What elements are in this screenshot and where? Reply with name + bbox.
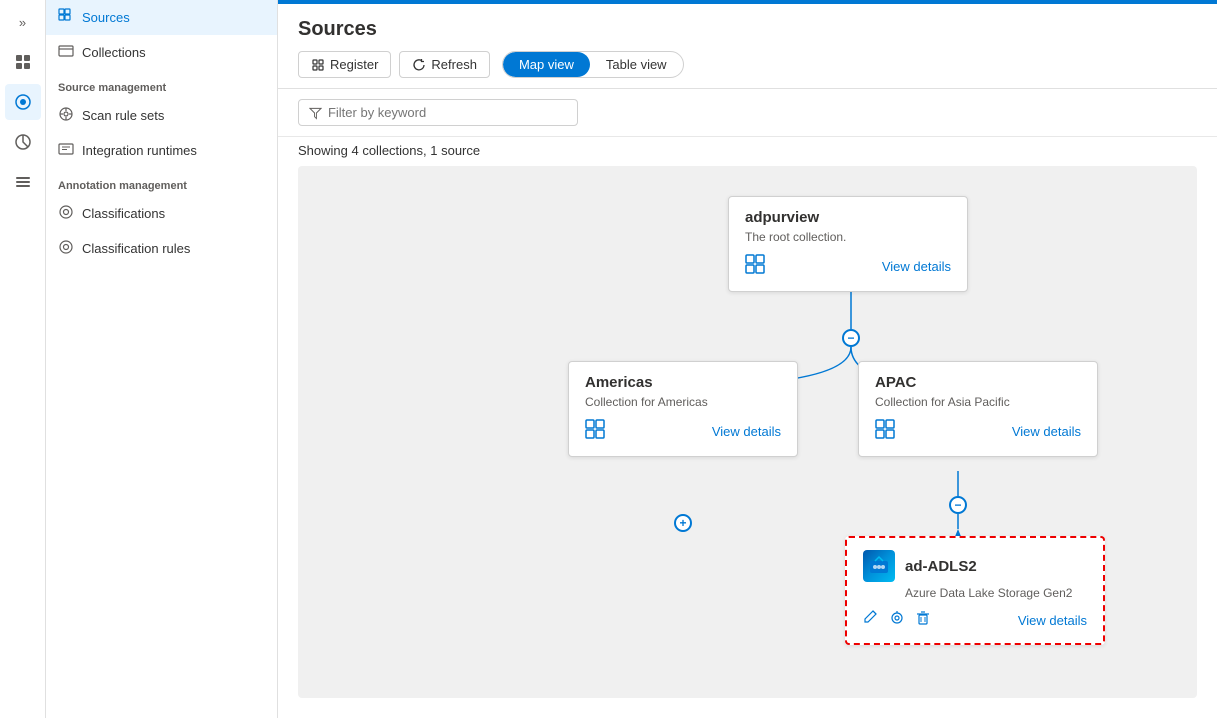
scan-icon[interactable] bbox=[889, 610, 905, 631]
filter-input-container[interactable] bbox=[298, 99, 578, 126]
icon-rail: » bbox=[0, 0, 46, 718]
root-card-footer: View details bbox=[745, 254, 951, 279]
integration-runtimes-icon bbox=[58, 141, 74, 160]
source-card-header: ad-ADLS2 bbox=[863, 550, 1087, 582]
americas-card-footer: View details bbox=[585, 419, 781, 444]
sidebar: Sources Collections Source management Sc… bbox=[46, 0, 278, 718]
sidebar-sources-label: Sources bbox=[82, 10, 130, 25]
sidebar-collections-label: Collections bbox=[82, 45, 146, 60]
americas-collection-card: Americas Collection for Americas View de… bbox=[568, 361, 798, 457]
sidebar-item-integration-runtimes[interactable]: Integration runtimes bbox=[46, 133, 277, 168]
root-collection-card: adpurview The root collection. View deta… bbox=[728, 196, 968, 292]
source-actions bbox=[863, 610, 931, 631]
source-card-ad-adls2: ad-ADLS2 Azure Data Lake Storage Gen2 bbox=[845, 536, 1105, 645]
classification-rules-icon bbox=[58, 239, 74, 258]
showing-label: Showing 4 collections, 1 source bbox=[278, 137, 1217, 166]
insights-icon[interactable] bbox=[5, 124, 41, 160]
sidebar-item-sources[interactable]: Sources bbox=[46, 0, 277, 35]
home-icon[interactable] bbox=[5, 44, 41, 80]
americas-card-icon bbox=[585, 419, 605, 444]
classification-rules-label: Classification rules bbox=[82, 241, 190, 256]
source-management-label: Source management bbox=[46, 70, 277, 98]
classifications-label: Classifications bbox=[82, 206, 165, 221]
apac-view-details-link[interactable]: View details bbox=[1012, 424, 1081, 439]
sidebar-item-scan-rule-sets[interactable]: Scan rule sets bbox=[46, 98, 277, 133]
sidebar-item-collections[interactable]: Collections bbox=[46, 35, 277, 70]
apac-card-footer: View details bbox=[875, 419, 1081, 444]
management-icon[interactable] bbox=[5, 164, 41, 200]
classifications-icon bbox=[58, 204, 74, 223]
apac-card-subtitle: Collection for Asia Pacific bbox=[875, 395, 1081, 409]
apac-collapse-button[interactable]: − bbox=[949, 496, 967, 514]
edit-icon[interactable] bbox=[863, 610, 879, 631]
sidebar-item-classifications[interactable]: Classifications bbox=[46, 196, 277, 231]
annotation-management-label: Annotation management bbox=[46, 168, 277, 196]
scan-rule-sets-icon bbox=[58, 106, 74, 125]
register-button[interactable]: Register bbox=[298, 51, 391, 78]
view-toggle: Map view Table view bbox=[502, 51, 684, 78]
root-collapse-button[interactable]: − bbox=[842, 329, 860, 347]
americas-view-details-link[interactable]: View details bbox=[712, 424, 781, 439]
expand-collapse-icon[interactable]: » bbox=[5, 4, 41, 40]
map-area[interactable]: adpurview The root collection. View deta… bbox=[298, 166, 1197, 698]
root-view-details-link[interactable]: View details bbox=[882, 259, 951, 274]
scan-rule-sets-label: Scan rule sets bbox=[82, 108, 164, 123]
toolbar: Register Refresh Map view Table view bbox=[298, 51, 1197, 88]
sidebar-item-classification-rules[interactable]: Classification rules bbox=[46, 231, 277, 266]
sources-icon bbox=[58, 8, 74, 27]
root-card-title: adpurview bbox=[745, 209, 951, 226]
source-type: Azure Data Lake Storage Gen2 bbox=[863, 586, 1087, 600]
source-view-details-link[interactable]: View details bbox=[1018, 613, 1087, 628]
source-name: ad-ADLS2 bbox=[905, 558, 977, 575]
catalog-icon[interactable] bbox=[5, 84, 41, 120]
table-view-button[interactable]: Table view bbox=[590, 52, 683, 77]
americas-card-subtitle: Collection for Americas bbox=[585, 395, 781, 409]
refresh-icon bbox=[412, 58, 426, 72]
collections-icon bbox=[58, 43, 74, 62]
delete-icon[interactable] bbox=[915, 610, 931, 631]
register-icon bbox=[311, 58, 325, 72]
integration-runtimes-label: Integration runtimes bbox=[82, 143, 197, 158]
root-card-icon bbox=[745, 254, 765, 279]
adls-icon bbox=[863, 550, 895, 582]
apac-card-title: APAC bbox=[875, 374, 1081, 391]
apac-card-icon bbox=[875, 419, 895, 444]
apac-collection-card: APAC Collection for Asia Pacific View de… bbox=[858, 361, 1098, 457]
americas-expand-button[interactable]: + bbox=[674, 514, 692, 532]
source-footer: View details bbox=[863, 610, 1087, 631]
page-title: Sources bbox=[298, 18, 1197, 41]
refresh-button[interactable]: Refresh bbox=[399, 51, 490, 78]
map-view-button[interactable]: Map view bbox=[503, 52, 590, 77]
root-card-subtitle: The root collection. bbox=[745, 230, 951, 244]
main-content: Sources Register Refresh Map view bbox=[278, 0, 1217, 718]
americas-card-title: Americas bbox=[585, 374, 781, 391]
main-header: Sources Register Refresh Map view bbox=[278, 4, 1217, 89]
filter-bar bbox=[278, 89, 1217, 137]
filter-keyword-input[interactable] bbox=[328, 105, 567, 120]
filter-icon bbox=[309, 106, 322, 120]
